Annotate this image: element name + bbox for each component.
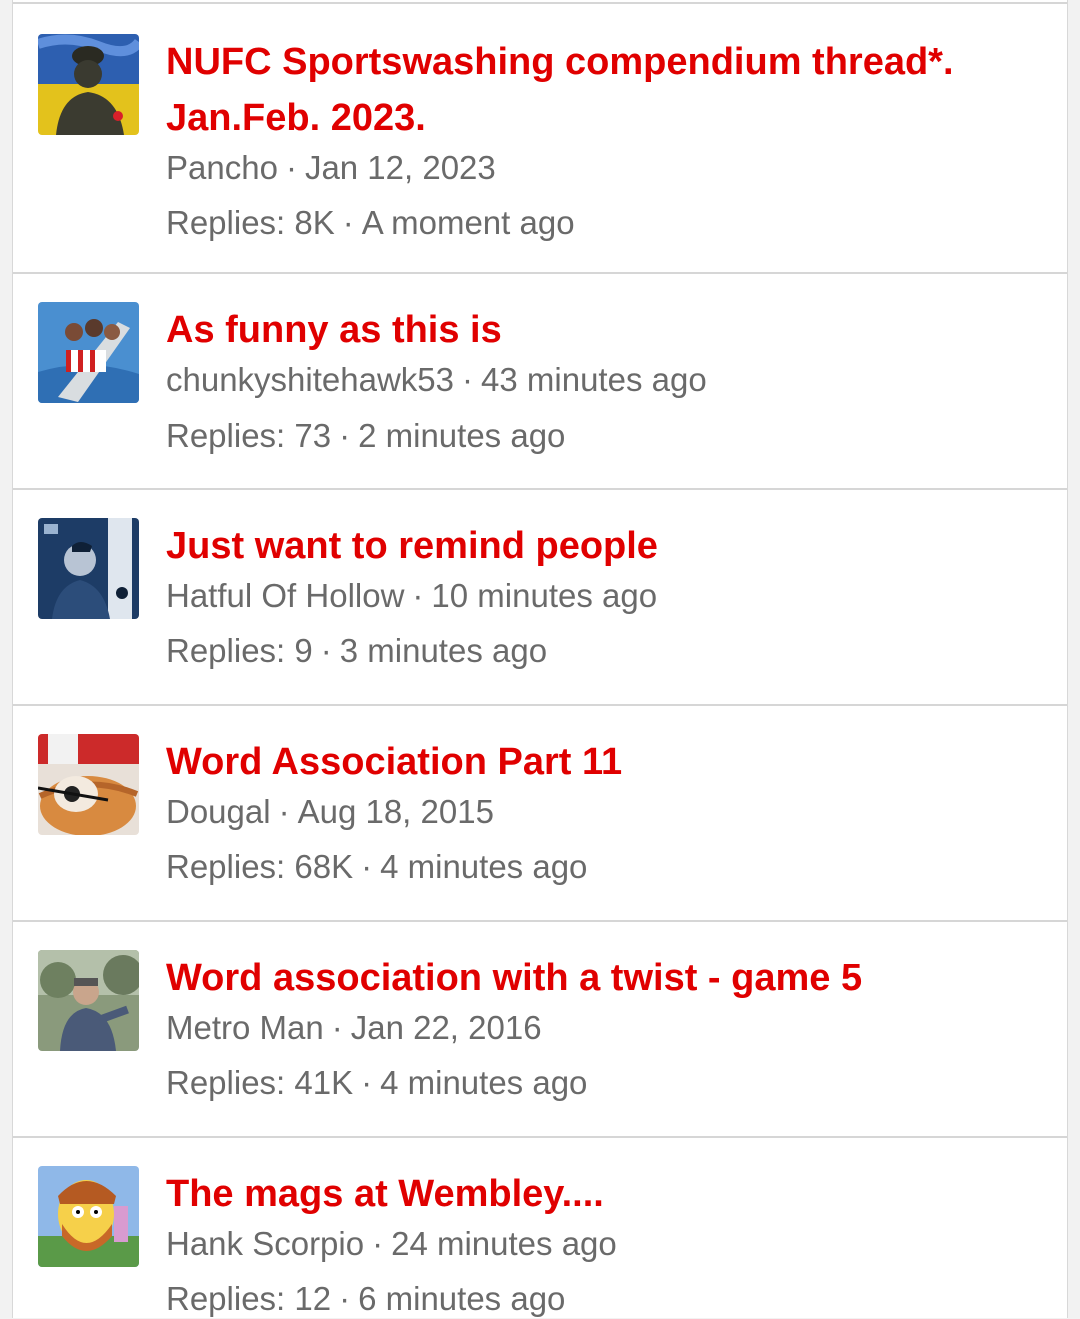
author-link[interactable]: Dougal	[166, 793, 271, 830]
author-link[interactable]: chunkyshitehawk53	[166, 361, 454, 398]
start-date[interactable]: 43 minutes ago	[481, 361, 707, 398]
separator: ·	[372, 1225, 384, 1262]
separator: ·	[462, 361, 474, 398]
thread-row: The mags at Wembley.... Hank Scorpio · 24 …	[13, 1138, 1067, 1318]
thread-reply-info: Replies: 68K · 4 minutes ago	[166, 847, 1027, 887]
thread-list: NUFC Sportswashing compendium thread*. J…	[12, 0, 1068, 1318]
start-date[interactable]: 10 minutes ago	[431, 577, 657, 614]
last-post-time[interactable]: 4 minutes ago	[380, 1064, 587, 1101]
thread-row: Word association with a twist - game 5 M…	[13, 922, 1067, 1138]
thread-title-link[interactable]: NUFC Sportswashing compendium thread*. J…	[166, 34, 1027, 146]
thread-reply-info: Replies: 9 · 3 minutes ago	[166, 631, 1027, 671]
avatar[interactable]	[38, 950, 139, 1051]
start-date[interactable]: Jan 22, 2016	[351, 1009, 542, 1046]
thread-row: NUFC Sportswashing compendium thread*. J…	[13, 2, 1067, 274]
thread-reply-info: Replies: 8K · A moment ago	[166, 203, 1027, 243]
author-link[interactable]: Hatful Of Hollow	[166, 577, 404, 614]
author-link[interactable]: Hank Scorpio	[166, 1225, 364, 1262]
separator: ·	[339, 1280, 351, 1317]
thread-reply-info: Replies: 12 · 6 minutes ago	[166, 1279, 1027, 1319]
thread-title-link[interactable]: As funny as this is	[166, 302, 1027, 358]
reply-count: Replies: 68K	[166, 848, 354, 885]
reply-count: Replies: 12	[166, 1280, 332, 1317]
start-date[interactable]: Aug 18, 2015	[298, 793, 494, 830]
thread-row: Just want to remind people Hatful Of Hol…	[13, 490, 1067, 706]
separator: ·	[342, 204, 354, 241]
avatar[interactable]	[38, 34, 139, 135]
thread-title-link[interactable]: Word Association Part 11	[166, 734, 1027, 790]
last-post-time[interactable]: 6 minutes ago	[358, 1280, 565, 1317]
start-date[interactable]: 24 minutes ago	[391, 1225, 617, 1262]
separator: ·	[278, 793, 290, 830]
thread-start-info: Pancho · Jan 12, 2023	[166, 148, 1027, 188]
avatar[interactable]	[38, 1166, 139, 1267]
thread-start-info: chunkyshitehawk53 · 43 minutes ago	[166, 360, 1027, 400]
thread-reply-info: Replies: 73 · 2 minutes ago	[166, 416, 1027, 456]
separator: ·	[361, 848, 373, 885]
separator: ·	[331, 1009, 343, 1046]
thread-reply-info: Replies: 41K · 4 minutes ago	[166, 1063, 1027, 1103]
thread-start-info: Hank Scorpio · 24 minutes ago	[166, 1224, 1027, 1264]
reply-count: Replies: 8K	[166, 204, 335, 241]
avatar[interactable]	[38, 734, 139, 835]
thread-start-info: Metro Man · Jan 22, 2016	[166, 1008, 1027, 1048]
thread-title-link[interactable]: The mags at Wembley....	[166, 1166, 1027, 1222]
thread-row: As funny as this is chunkyshitehawk53 · 43…	[13, 274, 1067, 490]
avatar[interactable]	[38, 302, 139, 403]
last-post-time[interactable]: 4 minutes ago	[380, 848, 587, 885]
avatar[interactable]	[38, 518, 139, 619]
author-link[interactable]: Metro Man	[166, 1009, 324, 1046]
last-post-time[interactable]: A moment ago	[362, 204, 575, 241]
separator: ·	[361, 1064, 373, 1101]
thread-start-info: Hatful Of Hollow · 10 minutes ago	[166, 576, 1027, 616]
start-date[interactable]: Jan 12, 2023	[305, 149, 496, 186]
reply-count: Replies: 73	[166, 417, 332, 454]
separator: ·	[412, 577, 424, 614]
reply-count: Replies: 41K	[166, 1064, 354, 1101]
last-post-time[interactable]: 3 minutes ago	[340, 632, 547, 669]
reply-count: Replies: 9	[166, 632, 313, 669]
thread-row: Word Association Part 11 Dougal · Aug 18, …	[13, 706, 1067, 922]
author-link[interactable]: Pancho	[166, 149, 278, 186]
thread-start-info: Dougal · Aug 18, 2015	[166, 792, 1027, 832]
last-post-time[interactable]: 2 minutes ago	[358, 417, 565, 454]
thread-title-link[interactable]: Just want to remind people	[166, 518, 1027, 574]
separator: ·	[320, 632, 332, 669]
thread-title-link[interactable]: Word association with a twist - game 5	[166, 950, 1027, 1006]
separator: ·	[285, 149, 297, 186]
separator: ·	[339, 417, 351, 454]
